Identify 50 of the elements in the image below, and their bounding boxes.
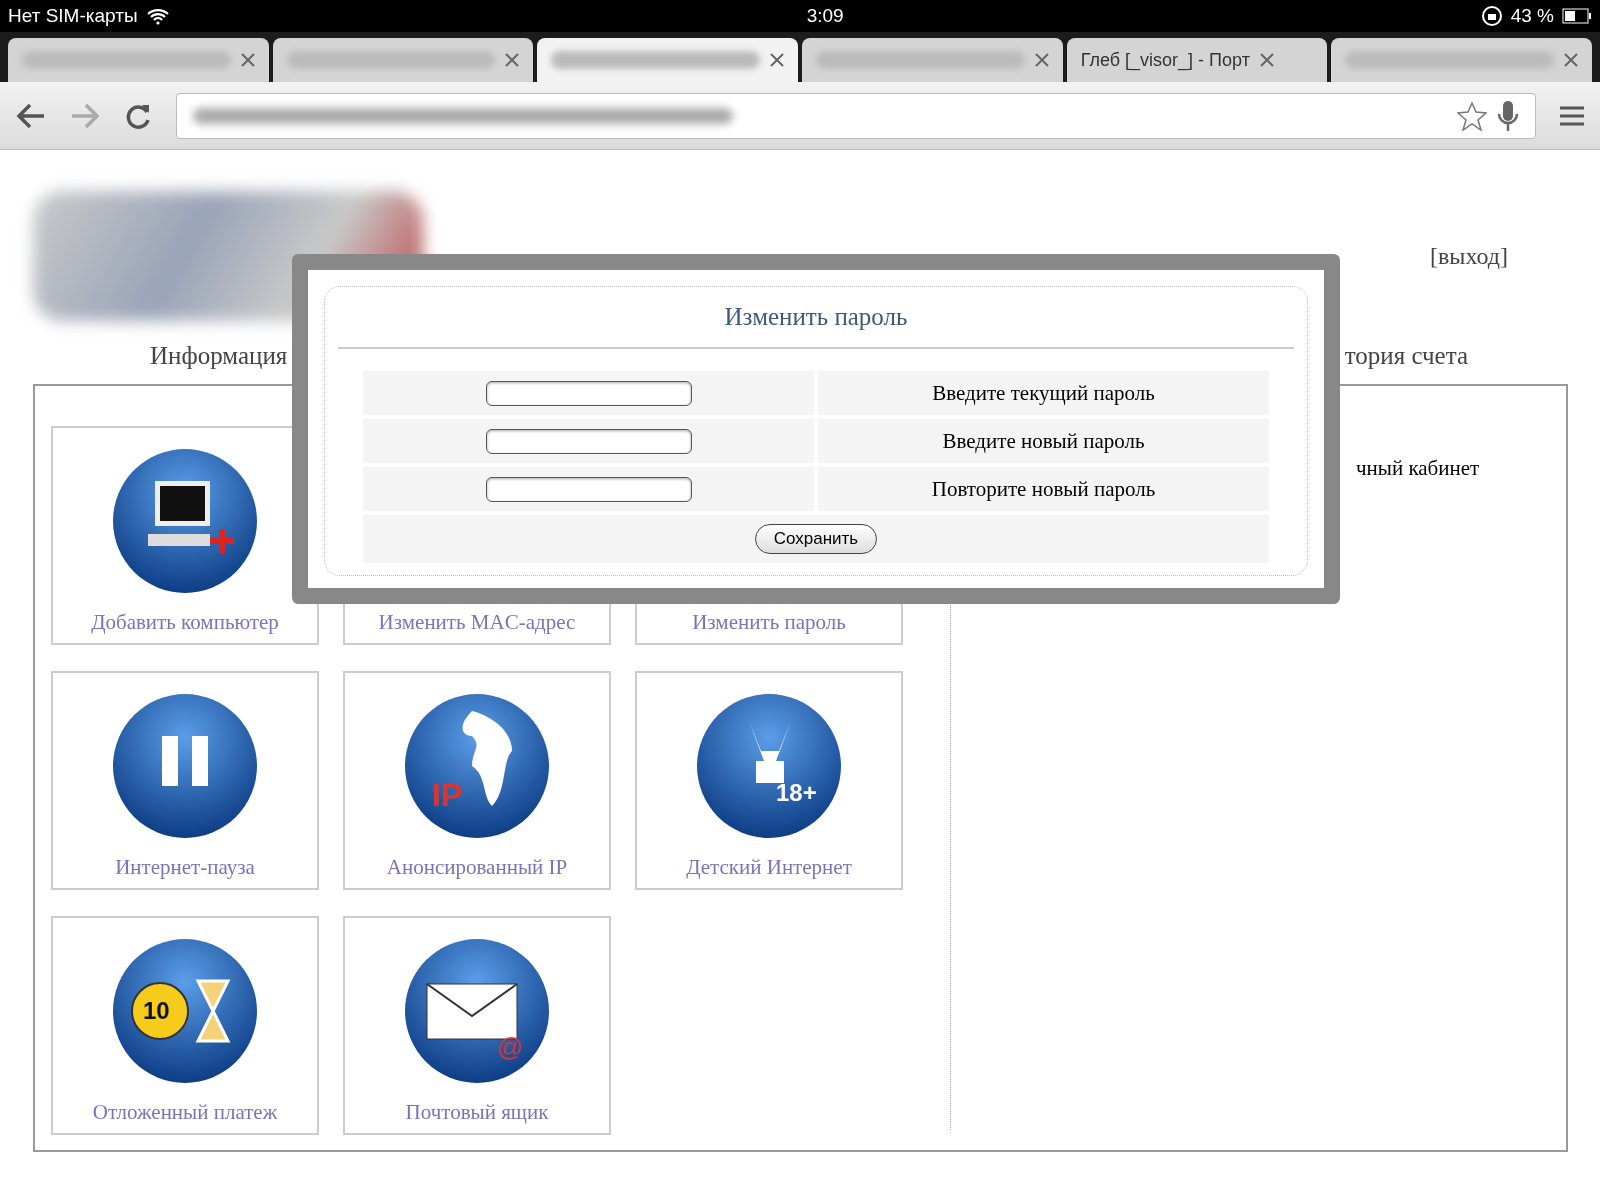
browser-tab[interactable]: Глеб [_visor_] - Порт <box>1066 38 1328 82</box>
field-label: Повторите новый пароль <box>818 467 1269 511</box>
pause-sphere-icon <box>110 691 260 841</box>
field-label: Введите новый пароль <box>818 419 1269 463</box>
battery-percent: 43 % <box>1510 5 1554 27</box>
star-icon[interactable] <box>1457 100 1487 131</box>
password-field[interactable] <box>485 428 692 454</box>
close-icon[interactable] <box>505 53 520 67</box>
close-icon[interactable] <box>240 53 255 67</box>
tab-title: Глеб [_visor_] - Порт <box>1080 49 1250 71</box>
battery-icon <box>1562 8 1592 24</box>
close-icon[interactable] <box>1034 53 1049 67</box>
nav-link[interactable]: тория счета <box>1344 342 1468 370</box>
rotation-lock-icon <box>1480 5 1503 27</box>
service-tile[interactable]: @ Почтовый ящик <box>343 916 611 1135</box>
logout-link[interactable]: [выход] <box>1429 242 1508 270</box>
globe-sphere-icon: IP <box>402 691 552 841</box>
save-button[interactable]: Сохранить <box>754 524 878 554</box>
close-icon[interactable] <box>770 53 784 67</box>
password-field[interactable] <box>485 476 692 502</box>
password-field[interactable] <box>485 380 692 406</box>
tile-label[interactable]: Изменить пароль <box>692 610 846 635</box>
service-tile[interactable]: IP Анонсированный IP <box>343 671 611 890</box>
dialog-title: Изменить пароль <box>338 287 1294 349</box>
mail-sphere-icon: @ <box>402 936 552 1086</box>
tile-label[interactable]: Отложенный платеж <box>92 1100 278 1125</box>
close-icon[interactable] <box>1564 53 1579 67</box>
tile-label[interactable]: Интернет-пауза <box>115 855 255 880</box>
computer-sphere-icon <box>110 446 260 596</box>
bunny-sphere-icon: 18+ <box>694 691 844 841</box>
tile-label[interactable]: Анонсированный IP <box>386 855 568 880</box>
microphone-icon[interactable] <box>1497 99 1519 132</box>
coin-sphere-icon: 10 <box>110 936 260 1086</box>
service-tile[interactable]: 18+ Детский Интернет <box>635 671 903 890</box>
carrier-text: Нет SIM-карты <box>8 5 138 27</box>
tile-label[interactable]: Детский Интернет <box>686 855 852 880</box>
field-label: Введите текущий пароль <box>818 371 1269 415</box>
side-text: чный кабинет <box>1356 456 1480 480</box>
address-field[interactable] <box>176 92 1536 139</box>
close-icon[interactable] <box>1259 53 1274 67</box>
nav-link[interactable]: Информация <box>150 342 288 370</box>
service-tile[interactable]: Интернет-пауза <box>51 671 319 890</box>
wifi-icon <box>145 7 170 25</box>
tile-label[interactable]: Добавить компьютер <box>91 610 279 635</box>
service-tile[interactable]: 10 Отложенный платеж <box>51 916 319 1135</box>
clock-text: 3:09 <box>806 5 844 27</box>
tile-label[interactable]: Почтовый ящик <box>405 1100 549 1125</box>
back-icon[interactable] <box>16 102 46 129</box>
menu-icon[interactable] <box>1560 104 1584 127</box>
tile-label[interactable]: Изменить MAC-адрес <box>378 610 576 635</box>
